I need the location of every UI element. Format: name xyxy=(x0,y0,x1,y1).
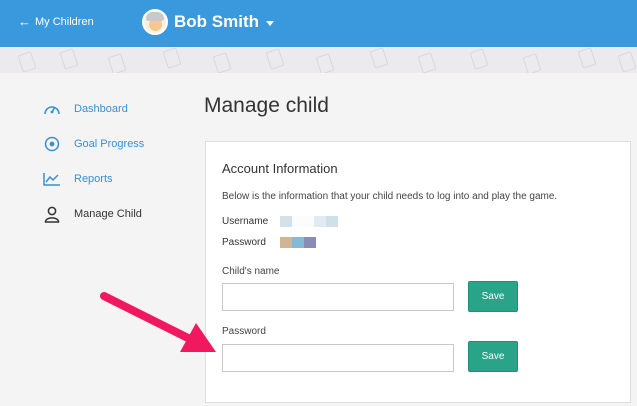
decorative-pattern-band xyxy=(0,47,637,73)
my-children-link[interactable]: ← My Children xyxy=(18,15,94,28)
password-input[interactable] xyxy=(222,344,454,372)
username-value-redacted xyxy=(280,216,338,227)
sidebar-item-label: Goal Progress xyxy=(74,138,145,150)
password-value-redacted xyxy=(280,237,316,248)
avatar xyxy=(142,9,168,35)
sidebar-item-goal-progress[interactable]: Goal Progress xyxy=(42,135,144,153)
username-row: Username xyxy=(222,216,338,227)
child-switcher-dropdown[interactable]: Bob Smith xyxy=(142,9,274,35)
sidebar-item-dashboard[interactable]: Dashboard xyxy=(42,100,144,118)
password-field-label: Password xyxy=(222,326,266,337)
card-description: Below is the information that your child… xyxy=(222,191,558,202)
account-info-card: Account Information Below is the informa… xyxy=(205,141,631,403)
save-password-button[interactable]: Save xyxy=(468,341,518,372)
sidebar-item-manage-child[interactable]: Manage Child xyxy=(42,205,144,223)
password-row: Password xyxy=(222,237,316,248)
sidebar-item-label: Dashboard xyxy=(74,103,128,115)
caret-down-icon xyxy=(266,20,274,26)
user-icon xyxy=(42,205,62,223)
arrow-left-icon: ← xyxy=(18,14,31,29)
username-label: Username xyxy=(222,216,269,227)
save-childs-name-button[interactable]: Save xyxy=(468,281,518,312)
top-nav-bar: ← My Children Bob Smith xyxy=(0,0,637,47)
childs-name-input[interactable] xyxy=(222,283,454,311)
sidebar-item-reports[interactable]: Reports xyxy=(42,170,144,188)
gauge-icon xyxy=(42,100,62,118)
chart-icon xyxy=(42,170,62,188)
child-name: Bob Smith xyxy=(174,12,259,31)
childs-name-label: Child's name xyxy=(222,266,280,277)
sidebar-nav: Dashboard Goal Progress Reports Manage C… xyxy=(42,100,144,240)
page-title: Manage child xyxy=(204,94,329,117)
card-title: Account Information xyxy=(222,161,338,176)
my-children-label: My Children xyxy=(35,15,94,28)
target-icon xyxy=(42,135,62,153)
password-label: Password xyxy=(222,237,266,248)
sidebar-item-label: Reports xyxy=(74,173,113,185)
sidebar-item-label: Manage Child xyxy=(74,208,142,220)
